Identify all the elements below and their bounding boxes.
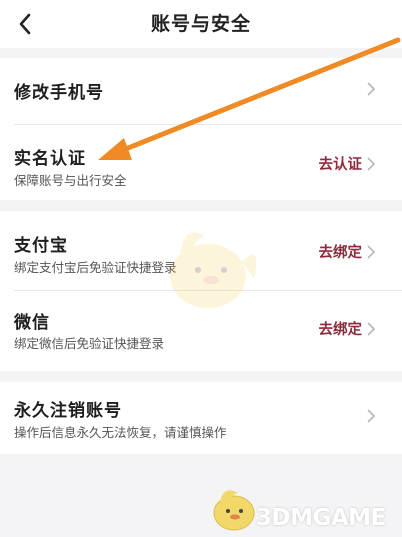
row-subtitle: 绑定支付宝后免验证快捷登录 [14,260,177,275]
chevron-right-icon [367,409,375,423]
watermark-text: 3DMGAME [256,505,386,531]
chevron-right-icon [367,322,375,336]
chevron-right-icon [367,157,375,171]
row-title: 永久注销账号 [14,401,122,421]
chevron-right-icon [367,245,375,259]
row-title: 微信 [14,313,50,333]
watermark-logo-icon [213,490,255,531]
account-card: 修改手机号 实名认证 保障账号与出行安全 去认证 [0,58,402,200]
row-title: 支付宝 [14,236,68,256]
row-real-name-verification[interactable]: 实名认证 保障账号与出行安全 去认证 [0,125,402,200]
row-subtitle: 绑定微信后免验证快捷登录 [14,336,165,351]
verify-link[interactable]: 去认证 [319,153,363,174]
row-alipay[interactable]: 支付宝 绑定支付宝后免验证快捷登录 去绑定 [0,211,402,289]
row-title: 实名认证 [14,149,86,169]
binding-card: 支付宝 绑定支付宝后免验证快捷登录 去绑定 微信 绑定微信后免验证快捷登录 去绑… [0,211,402,371]
nav-bar: 账号与安全 [0,0,402,48]
row-subtitle: 操作后信息永久无法恢复，请谨慎操作 [14,425,227,440]
row-subtitle: 保障账号与出行安全 [14,173,127,188]
row-title: 修改手机号 [14,83,104,103]
row-delete-account[interactable]: 永久注销账号 操作后信息永久无法恢复，请谨慎操作 [0,382,402,454]
row-wechat[interactable]: 微信 绑定微信后免验证快捷登录 去绑定 [0,291,402,371]
delete-account-card: 永久注销账号 操作后信息永久无法恢复，请谨慎操作 [0,382,402,454]
row-change-phone[interactable]: 修改手机号 [0,58,402,120]
bind-wechat-link[interactable]: 去绑定 [319,318,363,339]
page-title: 账号与安全 [150,13,251,35]
chevron-right-icon [367,82,375,96]
bind-alipay-link[interactable]: 去绑定 [319,241,363,262]
